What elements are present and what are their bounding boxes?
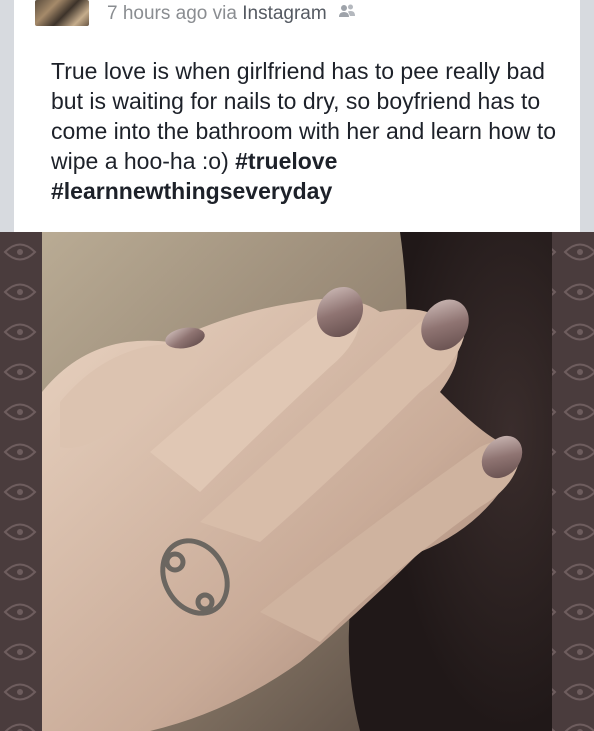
feed-gutter-left — [0, 0, 14, 232]
avatar[interactable] — [35, 0, 89, 26]
post-source[interactable]: Instagram — [242, 3, 326, 24]
feed-gutter-right — [580, 0, 594, 232]
hashtag-link[interactable]: #truelove — [235, 148, 337, 174]
hashtag-link[interactable]: #learnnewthingseveryday — [51, 178, 332, 204]
friends-icon[interactable] — [338, 3, 356, 25]
via-label: via — [212, 3, 237, 24]
post-timestamp[interactable]: 7 hours ago — [107, 3, 207, 24]
post-body: True love is when girlfriend has to pee … — [51, 56, 581, 206]
post-header: 7 hours ago via Instagram — [35, 0, 575, 28]
photo-frame-left — [0, 232, 42, 731]
post-meta: 7 hours ago via Instagram — [107, 3, 356, 25]
photo-frame-right — [552, 232, 594, 731]
post-photo[interactable] — [0, 232, 594, 731]
